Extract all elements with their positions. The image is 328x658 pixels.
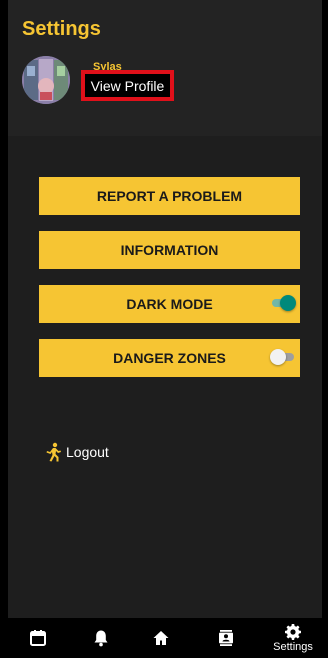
dark-mode-toggle-knob [280, 295, 296, 311]
nav-calendar[interactable] [26, 618, 50, 658]
dark-mode-toggle[interactable] [272, 295, 296, 311]
information-button[interactable]: INFORMATION [39, 231, 300, 269]
dark-mode-row[interactable]: DARK MODE [39, 285, 300, 323]
danger-zones-toggle-knob [270, 349, 286, 365]
report-problem-label: REPORT A PROBLEM [96, 188, 243, 204]
danger-zones-label: DANGER ZONES [113, 350, 226, 366]
calendar-icon [30, 630, 46, 646]
nav-home[interactable] [149, 618, 173, 658]
nav-settings-label: Settings [273, 640, 313, 653]
contacts-icon [219, 630, 233, 646]
nav-settings[interactable]: Settings [270, 618, 316, 658]
avatar-image [22, 56, 70, 104]
nav-notifications[interactable] [89, 618, 113, 658]
nav-contacts[interactable] [214, 618, 238, 658]
gear-icon [285, 623, 301, 640]
danger-zones-row[interactable]: DANGER ZONES [39, 339, 300, 377]
bell-icon [94, 630, 108, 647]
view-profile-button[interactable]: View Profile [81, 70, 174, 101]
information-label: INFORMATION [120, 242, 219, 258]
logout-button[interactable]: Logout [44, 442, 109, 462]
logout-label: Logout [66, 444, 109, 460]
running-person-icon [46, 442, 61, 462]
bottom-navbar: Settings [0, 618, 328, 658]
report-problem-button[interactable]: REPORT A PROBLEM [39, 177, 300, 215]
dark-mode-label: DARK MODE [126, 296, 213, 312]
avatar[interactable] [22, 56, 70, 104]
danger-zones-toggle[interactable] [270, 349, 294, 365]
page-title: Settings [22, 18, 101, 40]
home-icon [153, 631, 169, 645]
